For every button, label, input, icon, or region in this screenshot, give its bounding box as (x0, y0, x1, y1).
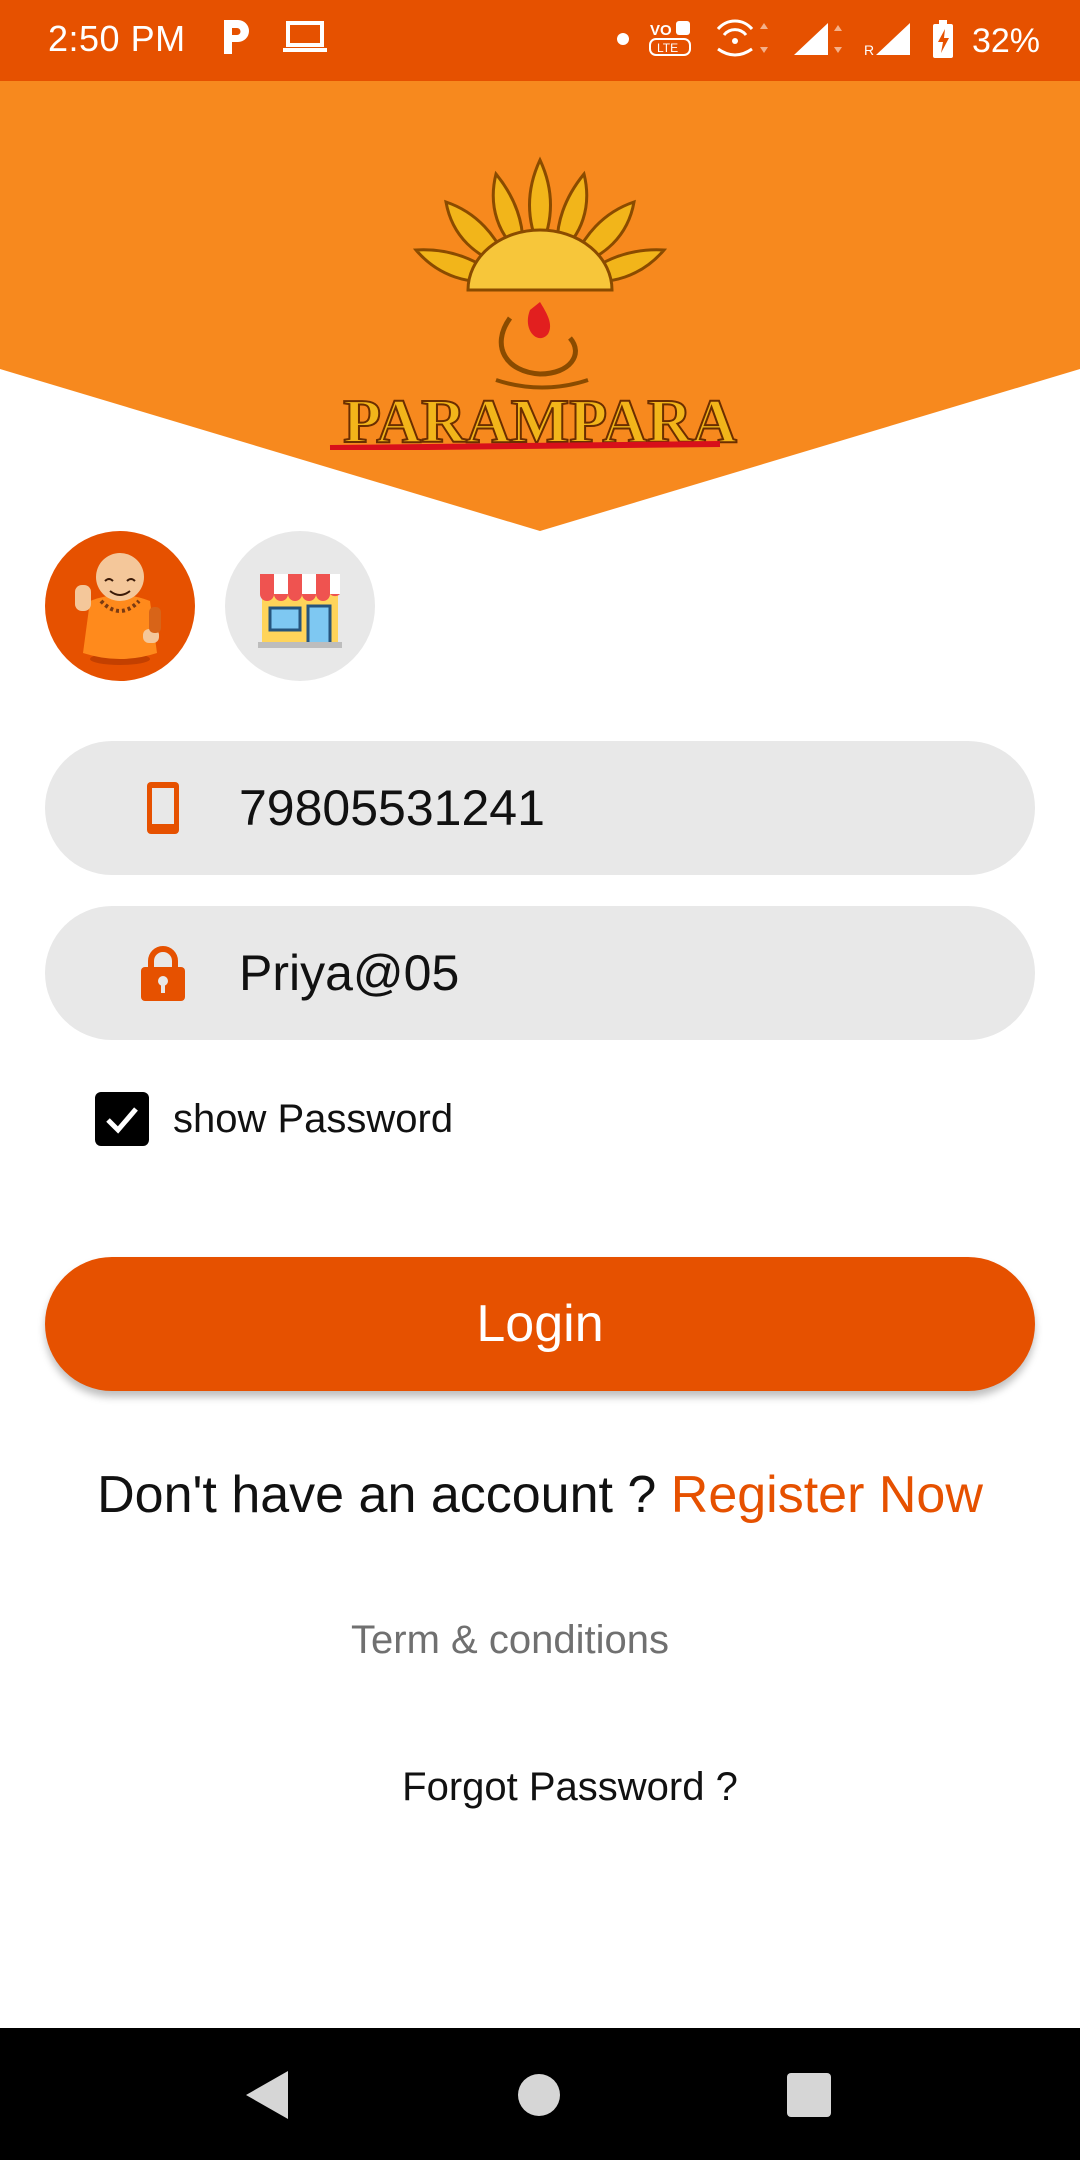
phone-input-value[interactable]: 79805531241 (239, 779, 545, 837)
password-input-value[interactable]: Priya@05 (239, 944, 459, 1002)
terms-link[interactable]: Term & conditions (0, 1618, 1020, 1663)
status-time: 2:50 PM (48, 18, 186, 59)
brand-name: PARAMPARA (343, 388, 737, 450)
password-field[interactable]: Priya@05 (45, 906, 1035, 1040)
show-password-label: show Password (173, 1096, 454, 1141)
flame-petals-icon (412, 156, 668, 390)
parampara-logo: PARAMPARA (300, 150, 780, 457)
register-now-link[interactable]: Register Now (671, 1466, 983, 1524)
back-icon[interactable] (240, 2068, 294, 2122)
status-bar: 2:50 PM VO LTE R 32% (0, 0, 1080, 81)
volte-icon: VO LTE (648, 19, 694, 64)
login-button[interactable]: Login (45, 1257, 1035, 1391)
shop-icon (258, 574, 342, 648)
phone-field[interactable]: 79805531241 (45, 741, 1035, 875)
lock-icon (133, 943, 193, 1003)
system-nav-bar (0, 2028, 1080, 2160)
signal-icon (790, 19, 846, 64)
checkmark-icon (106, 1107, 138, 1134)
forgot-password-link[interactable]: Forgot Password ? (0, 1765, 1080, 1810)
brand-underline (329, 441, 721, 451)
register-row: Don't have an account ? Register Now (0, 1465, 1080, 1525)
status-right-icons: VO LTE R 32% (616, 14, 1040, 68)
battery-charging-icon (932, 19, 954, 64)
show-password-checkbox[interactable] (95, 1092, 149, 1146)
monk-role-button[interactable] (45, 531, 195, 681)
svg-text:R: R (864, 42, 874, 58)
show-password-toggle[interactable]: show Password (95, 1092, 453, 1146)
laptop-icon (282, 20, 328, 59)
parking-app-icon (218, 18, 252, 61)
svg-text:LTE: LTE (657, 41, 678, 55)
shop-role-button[interactable] (225, 531, 375, 681)
recents-icon[interactable] (782, 2068, 836, 2122)
status-left-icons (218, 18, 328, 61)
signal-roaming-icon: R (864, 19, 914, 64)
phone-icon (133, 778, 193, 838)
wifi-calling-icon (712, 17, 772, 66)
login-screen: 2:50 PM VO LTE R 32% PARAMPARA 798055312… (0, 0, 1080, 2160)
battery-percentage: 32% (971, 21, 1040, 60)
dot-icon (616, 32, 630, 51)
svg-text:VO: VO (650, 22, 672, 39)
no-account-text: Don't have an account ? (97, 1466, 657, 1524)
home-icon[interactable] (512, 2068, 566, 2122)
monk-avatar-icon (75, 553, 161, 665)
